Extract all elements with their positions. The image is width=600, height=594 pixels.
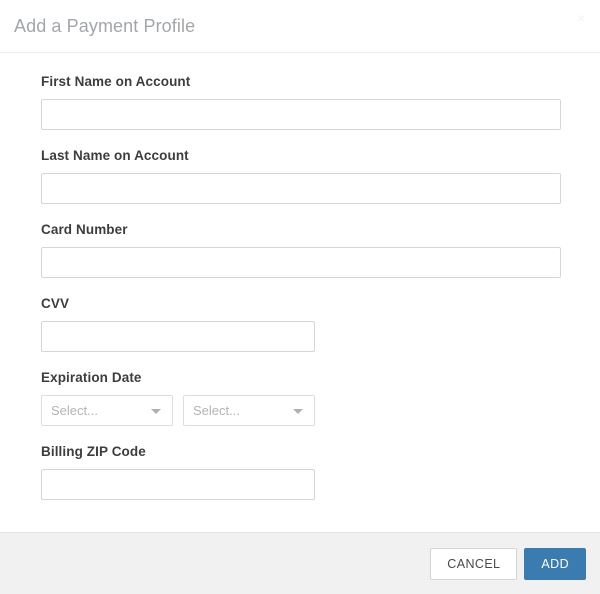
billing-zip-code-input[interactable] <box>41 469 315 500</box>
expiration-month-select[interactable]: Select... <box>41 395 173 426</box>
expiration-year-select[interactable]: Select... <box>183 395 315 426</box>
label-first-name-on-account: First Name on Account <box>41 74 191 89</box>
field-group-card-number: Card Number <box>41 221 561 278</box>
label-cvv: CVV <box>41 296 70 311</box>
cancel-button[interactable]: CANCEL <box>430 547 518 580</box>
chevron-down-icon <box>293 409 303 414</box>
payment-profile-form: First Name on Account Last Name on Accou… <box>0 53 600 532</box>
field-group-last-name-on-account: Last Name on Account <box>41 147 561 204</box>
field-group-expiration-date: Expiration Date Select... Select... <box>41 369 559 426</box>
expiration-date-selects: Select... Select... <box>41 395 559 426</box>
expiration-month-select-value: Select... <box>51 403 98 418</box>
dialog-footer: CANCEL ADD <box>0 532 600 594</box>
label-last-name-on-account: Last Name on Account <box>41 148 189 163</box>
cvv-input[interactable] <box>41 321 315 352</box>
label-card-number: Card Number <box>41 222 128 237</box>
close-icon[interactable]: × <box>573 10 589 26</box>
card-number-input[interactable] <box>41 247 561 278</box>
first-name-on-account-input[interactable] <box>41 99 561 130</box>
field-group-first-name-on-account: First Name on Account <box>41 73 561 130</box>
chevron-down-icon <box>151 409 161 414</box>
label-expiration-date: Expiration Date <box>41 370 142 385</box>
dialog-header: Add a Payment Profile × <box>0 0 600 53</box>
add-button[interactable]: ADD <box>524 547 586 580</box>
last-name-on-account-input[interactable] <box>41 173 561 204</box>
label-billing-zip-code: Billing ZIP Code <box>41 444 146 459</box>
field-group-billing-zip-code: Billing ZIP Code <box>41 443 559 500</box>
dialog-title: Add a Payment Profile <box>14 16 196 36</box>
field-group-cvv: CVV <box>41 295 559 352</box>
expiration-year-select-value: Select... <box>193 403 240 418</box>
add-payment-profile-dialog: Add a Payment Profile × First Name on Ac… <box>0 0 600 594</box>
